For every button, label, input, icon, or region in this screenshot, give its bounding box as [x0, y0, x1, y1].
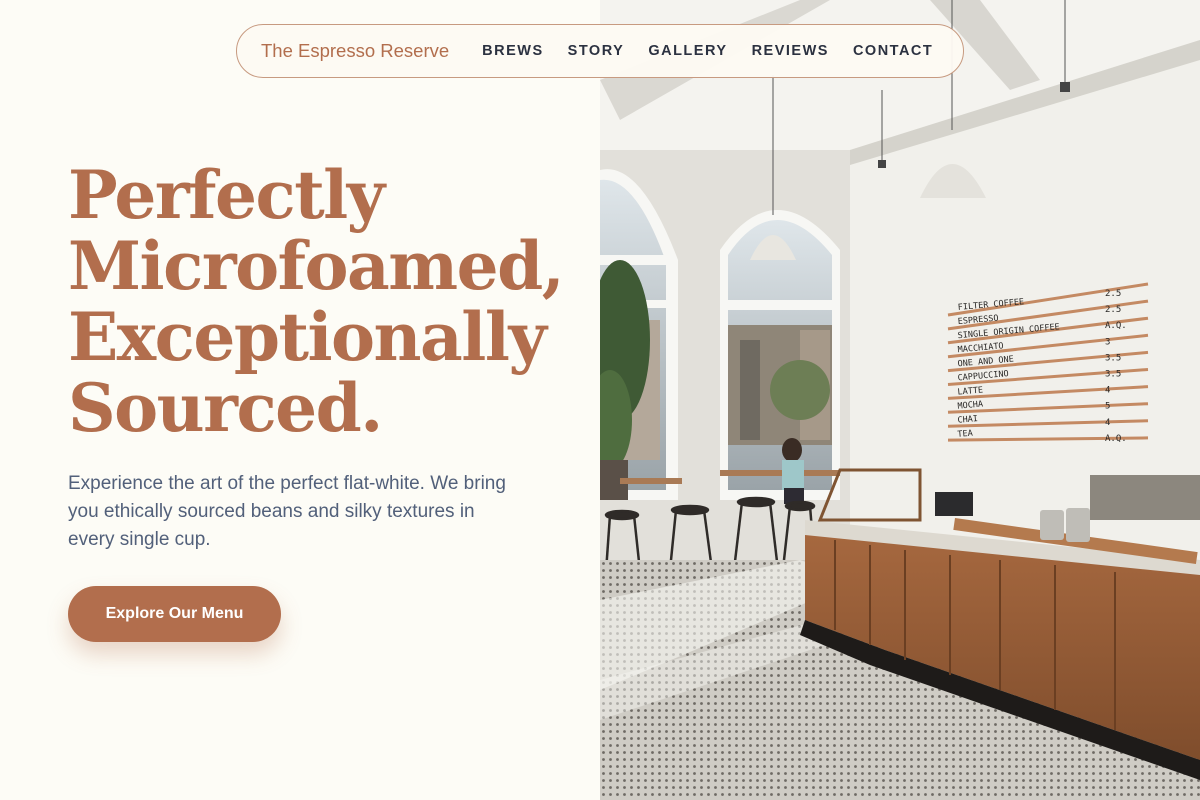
nav-link-reviews[interactable]: REVIEWS	[752, 43, 829, 59]
hero-photo: FILTER COFFEE 2.5 ESPRESSO 2.5 SINGLE ORIGIN…	[600, 0, 1200, 800]
headline-line-3: Exceptionally	[68, 298, 547, 376]
menu-board-price: 3.5	[1105, 353, 1121, 363]
cafe-interior-image: FILTER COFFEE2.5ESPRESSO2.5SINGLE ORIGIN…	[600, 0, 1200, 800]
menu-board-price: A.Q.	[1105, 434, 1127, 444]
hero-subtext: Experience the art of the perfect flat-w…	[68, 473, 506, 550]
hero-content: Perfectly Microfoamed, Exceptionally Sou…	[0, 0, 600, 800]
menu-board-price: 2.5	[1105, 305, 1121, 315]
nav-link-brews[interactable]: BREWS	[482, 43, 543, 59]
menu-board-price: 3.5	[1105, 370, 1121, 380]
menu-board-price: 4	[1105, 386, 1110, 396]
menu-board-price: 3	[1105, 337, 1110, 347]
headline-line-4: Sourced.	[68, 369, 383, 447]
top-navbar: The Espresso Reserve BREWS STORY GALLERY…	[236, 24, 964, 78]
nav-links: BREWS STORY GALLERY REVIEWS CONTACT	[482, 43, 933, 59]
menu-board-price: A.Q.	[1105, 321, 1127, 331]
menu-board-item: TEA	[957, 429, 973, 440]
brand-logo-text[interactable]: The Espresso Reserve	[261, 40, 449, 62]
menu-board-item: CHAI	[957, 414, 978, 426]
headline-line-1: Perfectly	[68, 156, 385, 234]
explore-menu-button[interactable]: Explore Our Menu	[68, 586, 281, 642]
menu-board-price: 4	[1105, 418, 1110, 428]
nav-link-contact[interactable]: CONTACT	[853, 43, 933, 59]
nav-link-story[interactable]: STORY	[568, 43, 625, 59]
menu-board-price: 2.5	[1105, 289, 1121, 299]
menu-board-price: 5	[1105, 402, 1110, 412]
nav-link-gallery[interactable]: GALLERY	[648, 43, 727, 59]
hero-headline: Perfectly Microfoamed, Exceptionally Sou…	[68, 160, 588, 444]
headline-line-2: Microfoamed,	[68, 227, 565, 305]
